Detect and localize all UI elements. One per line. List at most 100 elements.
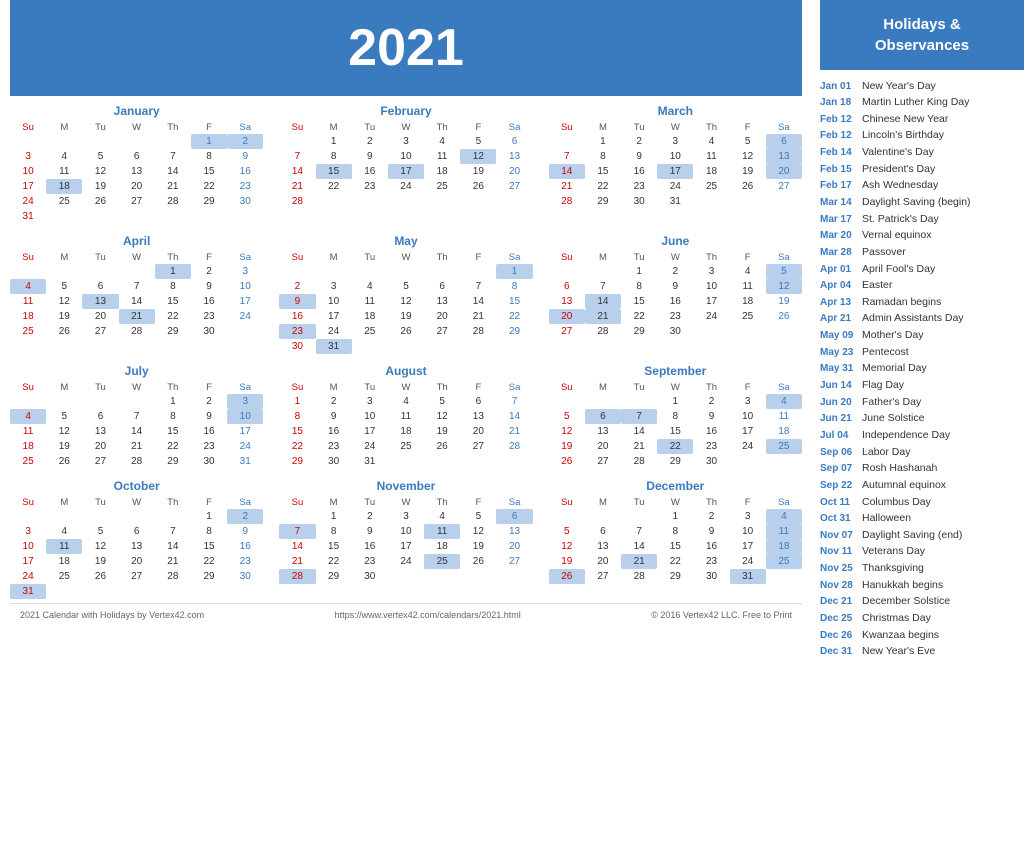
calendar-day: 10 (693, 279, 729, 294)
holiday-name: Rosh Hashanah (862, 462, 937, 476)
calendar-day (10, 264, 46, 279)
calendar-day: 23 (191, 439, 227, 454)
holiday-name: December Solstice (862, 595, 950, 609)
calendar-day: 29 (279, 454, 315, 469)
calendar-day: 27 (460, 439, 496, 454)
calendar-day: 26 (388, 324, 424, 339)
footer-center: https://www.vertex42.com/calendars/2021.… (335, 610, 521, 620)
calendar-day: 18 (766, 539, 802, 554)
calendar-day: 30 (657, 324, 693, 339)
calendar-day (191, 584, 227, 599)
calendar-day: 25 (693, 179, 729, 194)
holiday-name: Independence Day (862, 429, 950, 443)
calendar-day: 20 (496, 539, 532, 554)
calendar-day: 31 (730, 569, 766, 584)
calendar-day: 27 (549, 324, 585, 339)
calendar-day (316, 264, 352, 279)
calendar-day: 11 (766, 524, 802, 539)
holiday-name: St. Patrick's Day (862, 213, 939, 227)
calendar-day: 30 (191, 324, 227, 339)
calendar-day: 5 (460, 134, 496, 149)
calendar-day (119, 509, 155, 524)
calendar-day: 10 (227, 409, 263, 424)
holiday-item: May 31Memorial Day (820, 361, 1024, 378)
calendar-day (46, 209, 82, 224)
calendar-day: 19 (46, 439, 82, 454)
calendar-day: 13 (119, 164, 155, 179)
month-may: MaySuMTuWThFSa12345678910111213141516171… (279, 234, 532, 354)
footer: 2021 Calendar with Holidays by Vertex42.… (10, 603, 802, 624)
calendar-day: 1 (191, 509, 227, 524)
holiday-name: Halloween (862, 512, 911, 526)
calendar-day: 7 (585, 279, 621, 294)
calendar-day: 25 (424, 554, 460, 569)
calendar-day: 29 (155, 454, 191, 469)
calendar-day (119, 584, 155, 599)
calendar-day: 23 (227, 554, 263, 569)
calendar-day: 12 (46, 294, 82, 309)
calendar-day: 8 (657, 524, 693, 539)
calendar-day: 27 (585, 454, 621, 469)
calendar-day: 11 (693, 149, 729, 164)
calendar-day: 24 (730, 554, 766, 569)
holiday-name: Hanukkah begins (862, 579, 943, 593)
calendar-day (119, 264, 155, 279)
calendar-day: 17 (10, 554, 46, 569)
calendar-day: 3 (10, 149, 46, 164)
calendar-day: 12 (460, 524, 496, 539)
month-august: AugustSuMTuWThFSa12345678910111213141516… (279, 364, 532, 469)
calendar-day (227, 209, 263, 224)
month-june: JuneSuMTuWThFSa1234567891011121314151617… (549, 234, 802, 354)
calendar-day: 15 (279, 424, 315, 439)
calendar-day: 21 (549, 179, 585, 194)
calendar-day: 19 (82, 179, 118, 194)
calendar-day: 15 (155, 424, 191, 439)
holiday-item: Sep 07Rosh Hashanah (820, 461, 1024, 478)
calendar-day (549, 394, 585, 409)
year-header: 2021 (10, 0, 802, 96)
calendar-day: 10 (730, 409, 766, 424)
calendar-day: 19 (549, 439, 585, 454)
calendar-day: 13 (585, 424, 621, 439)
calendar-day: 10 (352, 409, 388, 424)
calendar-day (46, 394, 82, 409)
calendar-day: 5 (82, 149, 118, 164)
calendar-day: 21 (279, 179, 315, 194)
calendar-day (730, 324, 766, 339)
calendar-day (730, 194, 766, 209)
calendar-day: 16 (621, 164, 657, 179)
calendar-day: 9 (352, 524, 388, 539)
calendar-day: 25 (10, 454, 46, 469)
calendar-day: 26 (82, 569, 118, 584)
calendar-day (388, 339, 424, 354)
calendar-day: 27 (585, 569, 621, 584)
calendar-day (119, 134, 155, 149)
calendar-day: 26 (46, 324, 82, 339)
calendar-day: 27 (82, 324, 118, 339)
calendar-day: 21 (119, 439, 155, 454)
holiday-name: Labor Day (862, 446, 910, 460)
calendar-day: 12 (730, 149, 766, 164)
calendar-day: 14 (119, 294, 155, 309)
calendar-day: 15 (585, 164, 621, 179)
calendar-day: 8 (585, 149, 621, 164)
calendar-day: 1 (496, 264, 532, 279)
calendar-day: 22 (621, 309, 657, 324)
calendar-day: 2 (227, 134, 263, 149)
calendar-day: 28 (585, 324, 621, 339)
calendar-day: 8 (657, 409, 693, 424)
calendar-day: 17 (316, 309, 352, 324)
month-title: January (10, 104, 263, 118)
calendar-day: 27 (766, 179, 802, 194)
calendar-day: 31 (227, 454, 263, 469)
calendar-day: 18 (10, 309, 46, 324)
calendar-day: 6 (496, 509, 532, 524)
calendar-day: 1 (316, 509, 352, 524)
holiday-name: Daylight Saving (end) (862, 529, 962, 543)
calendar-day: 31 (10, 584, 46, 599)
calendar-day: 16 (191, 424, 227, 439)
calendar-day: 28 (496, 439, 532, 454)
calendar-day (352, 194, 388, 209)
calendar-day: 31 (657, 194, 693, 209)
calendar-day: 1 (155, 264, 191, 279)
